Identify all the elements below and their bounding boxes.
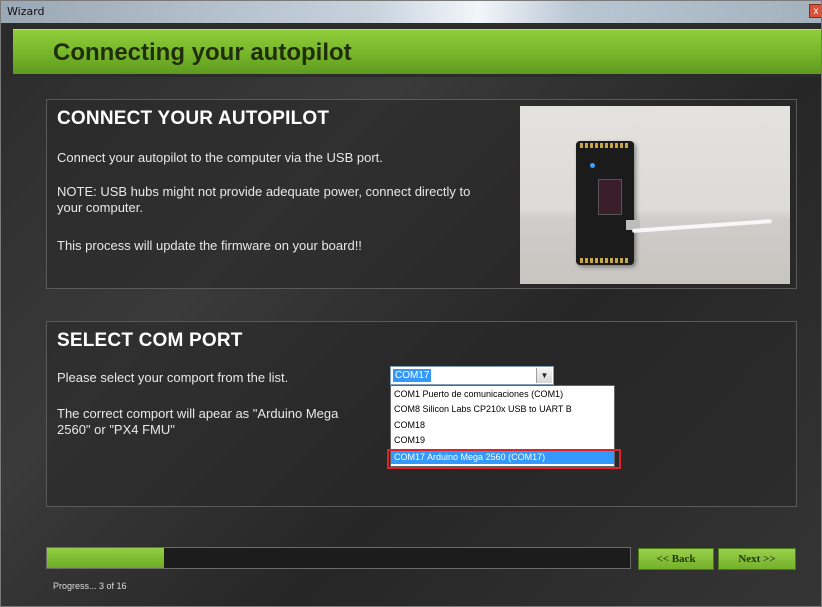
comport-option[interactable]: COM8 Silicon Labs CP210x USB to UART B xyxy=(391,403,614,416)
page-banner: Connecting your autopilot xyxy=(13,29,821,74)
progress-bar xyxy=(46,547,631,569)
firmware-warning: This process will update the firmware on… xyxy=(57,238,362,253)
title-bar: Wizard x xyxy=(1,1,821,23)
highlight-box xyxy=(387,449,621,469)
comport-option[interactable]: COM19 xyxy=(391,434,614,447)
comport-instruction: Please select your comport from the list… xyxy=(57,370,289,385)
connect-heading: CONNECT YOUR AUTOPILOT xyxy=(57,108,330,129)
chevron-down-icon[interactable]: ▼ xyxy=(536,368,552,383)
wizard-window: Wizard x Connecting your autopilot CONNE… xyxy=(0,0,822,607)
window-title: Wizard xyxy=(7,5,45,18)
usb-hub-note: NOTE: USB hubs might not provide adequat… xyxy=(57,184,471,215)
comport-select[interactable]: COM17 ▼ xyxy=(390,366,554,385)
connect-instruction: Connect your autopilot to the computer v… xyxy=(57,150,383,165)
progress-status: Progress... 3 of 16 xyxy=(53,581,127,591)
comport-option[interactable]: COM18 xyxy=(391,419,614,432)
usb-cable-image xyxy=(632,219,772,233)
comport-selected-value: COM17 xyxy=(393,369,432,382)
back-button[interactable]: << Back xyxy=(638,548,714,570)
com-port-heading: SELECT COM PORT xyxy=(57,330,243,351)
progress-bar-fill xyxy=(47,548,164,568)
close-button[interactable]: x xyxy=(809,4,821,18)
connect-autopilot-panel: CONNECT YOUR AUTOPILOT Connect your auto… xyxy=(46,99,797,289)
autopilot-board-image xyxy=(576,141,634,265)
comport-option[interactable]: COM1 Puerto de comunicaciones (COM1) xyxy=(391,388,614,401)
autopilot-board-photo xyxy=(520,106,790,284)
comport-hint: The correct comport will apear as "Ardui… xyxy=(57,406,339,437)
page-title: Connecting your autopilot xyxy=(53,39,352,66)
next-button[interactable]: Next >> xyxy=(718,548,796,570)
